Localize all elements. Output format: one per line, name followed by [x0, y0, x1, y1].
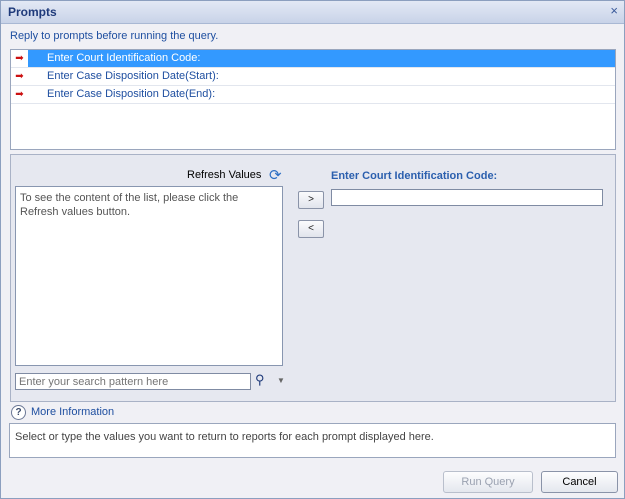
available-values-list[interactable]: To see the content of the list, please c…	[15, 186, 283, 366]
prompt-item-date-end[interactable]: ➡ Enter Case Disposition Date(End):	[11, 86, 615, 104]
chevron-down-icon[interactable]: ▼	[277, 376, 285, 385]
prompt-item-date-start[interactable]: ➡ Enter Case Disposition Date(Start):	[11, 68, 615, 86]
arrow-right-icon: ➡	[11, 86, 28, 103]
info-text: Select or type the values you want to re…	[15, 431, 434, 443]
values-panel: Refresh Values ⟳ To see the content of t…	[10, 154, 616, 402]
prompt-item-label: Enter Court Identification Code:	[47, 52, 201, 64]
remove-value-button[interactable]: <	[298, 220, 324, 238]
cancel-button[interactable]: Cancel	[541, 471, 618, 493]
prompt-value-input[interactable]	[331, 189, 603, 206]
instructions-text: Reply to prompts before running the quer…	[10, 30, 219, 42]
prompt-item-label: Enter Case Disposition Date(Start):	[47, 70, 219, 82]
more-information-link[interactable]: More Information	[31, 406, 114, 418]
prompts-dialog: Prompts × Reply to prompts before runnin…	[0, 0, 625, 499]
current-prompt-heading: Enter Court Identification Code:	[331, 170, 498, 182]
run-query-button[interactable]: Run Query	[443, 471, 533, 493]
list-hint-text: To see the content of the list, please c…	[20, 192, 239, 218]
search-input[interactable]	[15, 373, 251, 390]
arrow-right-icon: ➡	[11, 68, 28, 85]
dialog-title: Prompts	[8, 5, 57, 19]
help-icon[interactable]: ?	[11, 405, 26, 420]
prompt-item-court-code[interactable]: ➡ Enter Court Identification Code:	[11, 50, 615, 68]
close-icon[interactable]: ×	[610, 4, 618, 18]
refresh-values-label[interactable]: Refresh Values	[187, 169, 261, 181]
refresh-icon[interactable]: ⟳	[269, 166, 282, 184]
title-bar: Prompts ×	[1, 1, 624, 24]
prompt-list: ➡ Enter Court Identification Code: ➡ Ent…	[10, 49, 616, 150]
add-value-button[interactable]: >	[298, 191, 324, 209]
binoculars-icon[interactable]: ⚲	[255, 372, 265, 388]
prompt-item-label: Enter Case Disposition Date(End):	[47, 88, 216, 100]
info-box: Select or type the values you want to re…	[9, 423, 616, 458]
arrow-right-icon: ➡	[11, 50, 28, 67]
